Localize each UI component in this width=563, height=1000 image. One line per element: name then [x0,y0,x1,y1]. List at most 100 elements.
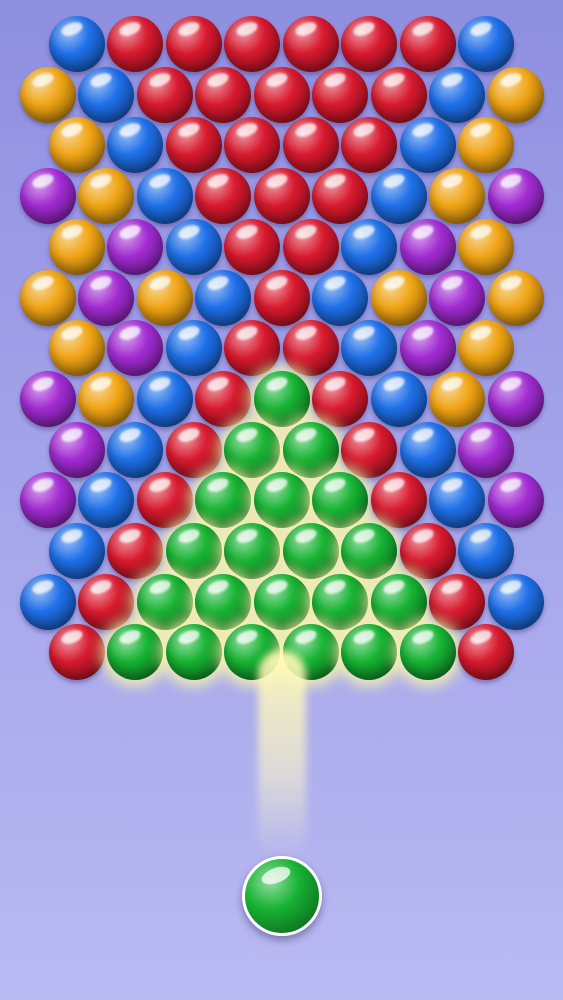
red-bubble [224,320,281,377]
blue-bubble [429,472,485,529]
gold-bubble [458,320,515,377]
red-bubble [458,624,515,681]
blue-bubble [341,218,398,275]
gold-bubble [458,117,515,174]
purple-bubble [78,269,134,326]
purple-bubble [487,168,544,225]
blue-bubble [341,320,398,377]
gold-bubble [78,168,134,225]
gold-bubble [136,269,193,326]
blue-bubble [136,168,193,225]
purple-bubble [19,472,76,529]
red-bubble [429,573,485,630]
purple-bubble [19,370,76,427]
purple-bubble [399,218,456,275]
blue-bubble [370,370,427,427]
gold-bubble [429,168,485,225]
green-bubble [370,573,427,630]
red-bubble [399,523,456,579]
purple-bubble [487,370,544,427]
blue-bubble [312,269,368,326]
gold-bubble [487,66,544,123]
green-bubble [312,472,368,529]
gold-bubble [48,117,105,174]
blue-bubble [399,421,456,478]
red-bubble [195,370,251,427]
red-bubble [253,168,310,225]
green-bubble [224,421,281,478]
purple-bubble [107,218,164,275]
red-bubble [282,218,339,275]
purple-bubble [458,421,515,478]
purple-bubble [487,472,544,529]
red-bubble [165,117,222,174]
red-bubble [253,66,310,123]
red-bubble [195,66,251,123]
gold-bubble [48,218,105,275]
red-bubble [136,472,193,529]
blue-bubble [78,472,134,529]
green-bubble [282,523,339,579]
blue-bubble [48,523,105,579]
blue-bubble [136,370,193,427]
purple-bubble [48,421,105,478]
blue-bubble [458,523,515,579]
red-bubble [253,269,310,326]
blue-bubble [487,573,544,630]
green-bubble [224,523,281,579]
blue-bubble [48,16,105,72]
red-bubble [341,117,398,174]
red-bubble [282,320,339,377]
green-bubble [165,624,222,681]
blue-bubble [165,320,222,377]
green-bubble [253,472,310,529]
red-bubble [282,117,339,174]
blue-bubble [19,573,76,630]
green-bubble [165,523,222,579]
blue-bubble [78,66,134,123]
red-bubble [341,421,398,478]
green-bubble [195,573,251,630]
red-bubble [165,16,222,72]
blue-bubble [165,218,222,275]
red-bubble [370,66,427,123]
purple-bubble [107,320,164,377]
blue-bubble [399,117,456,174]
green-bubble [136,573,193,630]
shooter-bubble[interactable] [242,856,322,936]
purple-bubble [399,320,456,377]
red-bubble [78,573,134,630]
red-bubble [195,168,251,225]
blue-bubble [429,66,485,123]
red-bubble [224,117,281,174]
red-bubble [224,218,281,275]
blue-bubble [195,269,251,326]
red-bubble [312,66,368,123]
blue-bubble [107,117,164,174]
green-bubble [253,573,310,630]
red-bubble [107,16,164,72]
gold-bubble [370,269,427,326]
red-bubble [165,421,222,478]
green-bubble [253,370,310,427]
aim-beam [258,650,306,860]
gold-bubble [19,269,76,326]
green-bubble [341,624,398,681]
green-bubble [341,523,398,579]
gold-bubble [458,218,515,275]
purple-bubble [429,269,485,326]
gold-bubble [48,320,105,377]
red-bubble [282,16,339,72]
gold-bubble [487,269,544,326]
red-bubble [399,16,456,72]
red-bubble [107,523,164,579]
green-bubble [312,573,368,630]
red-bubble [341,16,398,72]
blue-bubble [370,168,427,225]
purple-bubble [19,168,76,225]
red-bubble [312,168,368,225]
red-bubble [224,16,281,72]
red-bubble [48,624,105,681]
green-bubble [195,472,251,529]
red-bubble [370,472,427,529]
